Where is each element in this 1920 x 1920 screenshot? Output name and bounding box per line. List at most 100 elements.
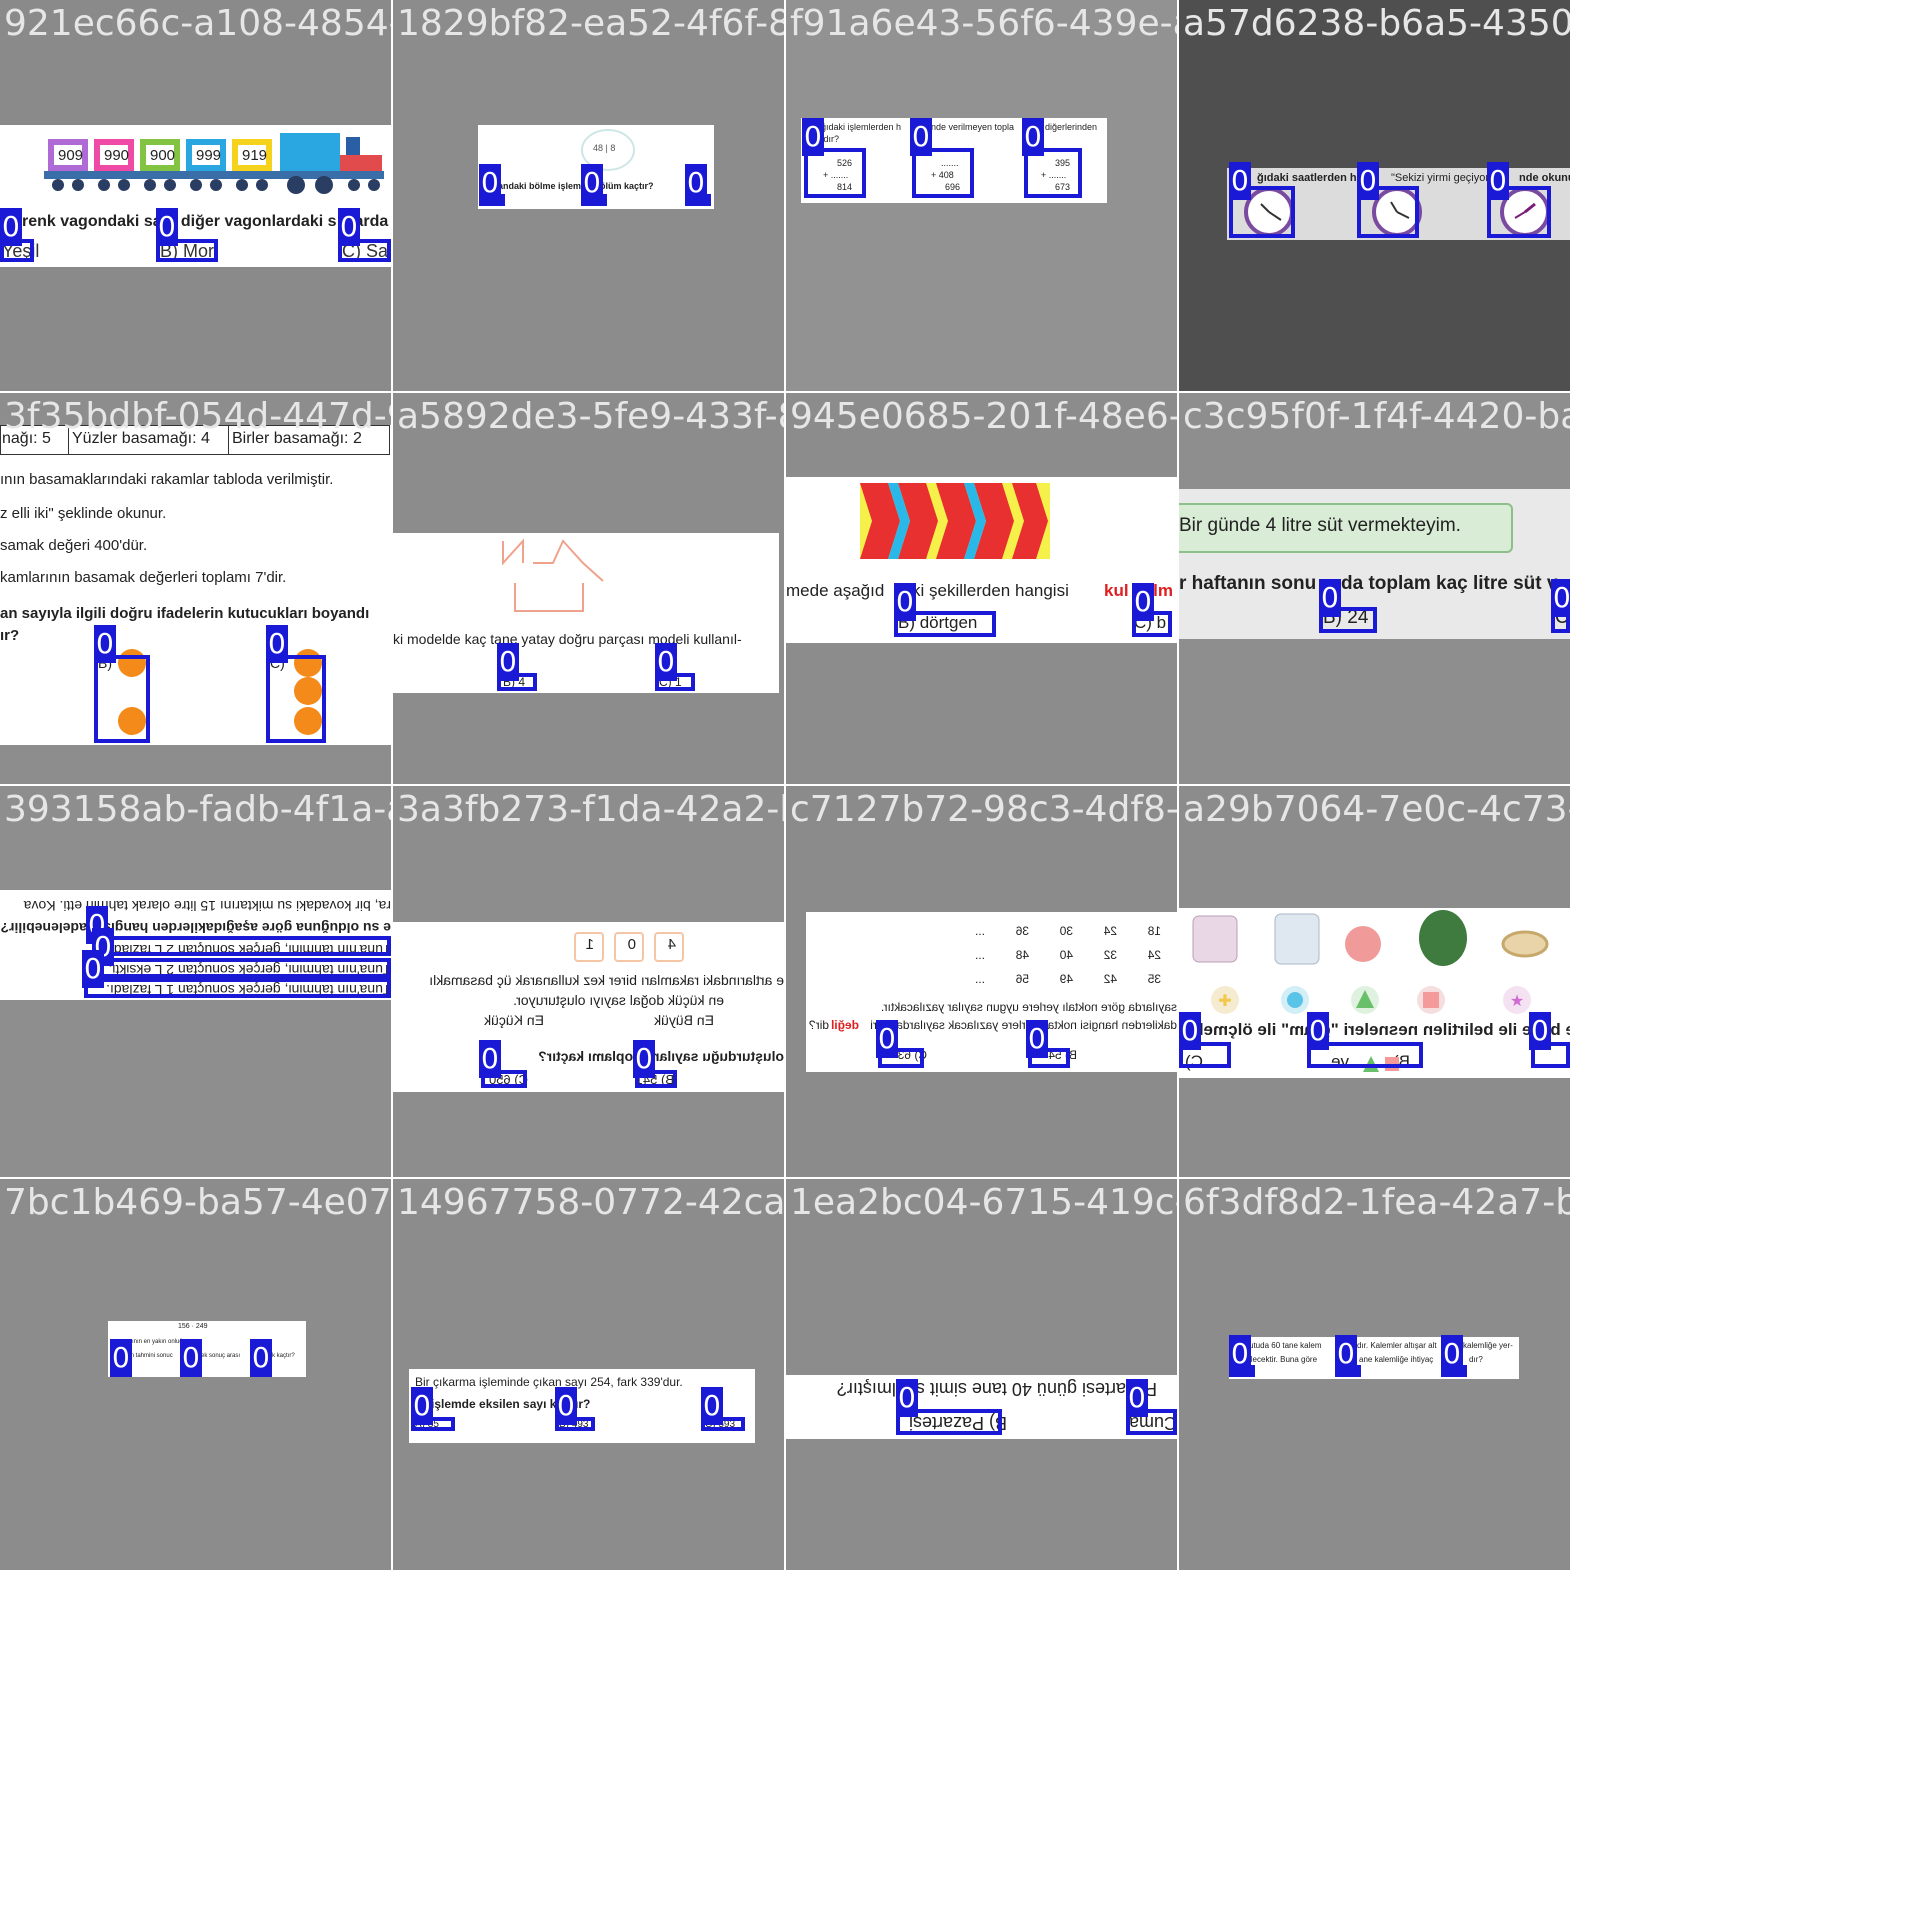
- tile-title: 7bc1b469-ba57-4e07-a90e-d4a3e7f58de7.jpg: [4, 1182, 391, 1223]
- question-text: mede aşağıd: [786, 581, 885, 600]
- question-text: işlemde eksilen sayı k: [431, 1397, 557, 1411]
- question-text: Pazartesi günü 40 tane simit satılmıştır…: [836, 1379, 1157, 1399]
- tile-title: c7127b72-98c3-4df8-a626-8290766a7e2d.jpg: [790, 789, 1177, 830]
- detection-label: 0: [479, 164, 501, 202]
- dot-line-model: [502, 538, 604, 612]
- detection-label: 0: [1529, 1012, 1551, 1050]
- objects-illustration: ★ ✚: [1192, 910, 1549, 1014]
- question-text: kalemliğe yer-: [1463, 1341, 1513, 1350]
- question-highlight: kul: [1104, 581, 1129, 600]
- cell: 18: [1147, 924, 1161, 938]
- wagon-label: 900: [150, 147, 176, 164]
- question-highlight: değil: [830, 1018, 859, 1032]
- question-text: dır. Kalemler altışar alt: [1357, 1341, 1437, 1350]
- question-text: en küçük doğal sayıyı oluşturuyor.: [513, 992, 724, 1008]
- detection-box: [96, 936, 391, 956]
- question-image: ki modelde kaç tane yatay doğru parçası …: [393, 533, 779, 693]
- tile-title: 14967758-0772-42ca-9ae5-4f5e2694f6b5.jpg: [397, 1182, 784, 1223]
- detection-label: 0: [1319, 579, 1341, 617]
- question-text: e artlarındaki rakamları birer kez kulla…: [429, 972, 784, 988]
- wagon-label: 999: [196, 147, 222, 164]
- detection-label: 0: [1357, 162, 1379, 200]
- question-text: inde verilmeyen topla: [929, 122, 1015, 132]
- cell: 40: [1059, 948, 1073, 962]
- wagon-label: 990: [104, 147, 130, 164]
- detection-label: 0: [894, 583, 916, 621]
- question-text: ır?: [0, 627, 20, 644]
- tile-14: 14967758-0772-42ca-9ae5-4f5e2694f6b5.jpg…: [393, 1179, 784, 1570]
- detection-label: 0: [896, 1379, 918, 1417]
- question-text: da toplam kaç litre süt v: [1341, 573, 1558, 594]
- detection-label: 0: [876, 1020, 898, 1058]
- detection-label: 0: [1126, 1379, 1148, 1417]
- detection-label: 0: [581, 164, 603, 202]
- tile-7: 945e0685-201f-48e6-b5e6-c8bd29542704.jpg…: [786, 393, 1177, 784]
- question-text: ki modelde kaç tane yatay doğru parçası …: [393, 631, 742, 647]
- question-image: 18 24 30 36 ... 24 32 40 48 ... 35 42 49…: [806, 912, 1177, 1072]
- cell: 56: [1015, 972, 1029, 986]
- tile-15: 1ea2bc04-6715-419c-9abe-7a6f30c92f5a.jpg…: [786, 1179, 1177, 1570]
- tile-title: f91a6e43-56f6-439e-ab83-3d57d0c2d65.jpg: [790, 3, 1177, 44]
- question-text: ilecektir. Buna göre: [1249, 1355, 1318, 1364]
- svg-text:✚: ✚: [1218, 993, 1231, 1010]
- question-text: ki şekillerden hangisi: [912, 581, 1069, 600]
- detection-label: 0: [1229, 1335, 1251, 1373]
- label-smallest: En Küçük: [484, 1012, 544, 1028]
- question-image: 156 · 249 sayısının en yakın onluğa y ni…: [108, 1321, 306, 1377]
- statement-4: kamlarının basamak değerleri toplamı 7'd…: [0, 569, 287, 586]
- question-text: ğıdaki saatlerden han: [1257, 172, 1370, 184]
- tile-11: c7127b72-98c3-4df8-a626-8290766a7e2d.jpg…: [786, 786, 1177, 1177]
- detection-label: 0: [1229, 162, 1251, 200]
- digit: 4: [667, 936, 676, 953]
- tile-title: 1829bf82-ea52-4f6f-8214-3e791a3e4345.jpg: [397, 3, 784, 44]
- question-text: an sayıyla ilgili doğru ifadelerin kutuc…: [0, 605, 370, 622]
- detection-box: [96, 958, 391, 978]
- tile-5: 3f35bdbf-054d-447d-94fb-44158952465.jpg …: [0, 393, 391, 784]
- train-illustration: [44, 133, 384, 194]
- page-margin: [0, 1570, 1920, 1920]
- question-text: rçek sonuç arası: [196, 1353, 241, 1359]
- detection-label: 0: [156, 208, 178, 246]
- detection-box: [84, 978, 391, 998]
- question-text: oluşturduğu sayıların toplamı kaçtır?: [538, 1048, 784, 1064]
- tile-3: f91a6e43-56f6-439e-ab83-3d57d0c2d65.jpg …: [786, 0, 1177, 391]
- question-text: renk vagondaki sa: [22, 213, 162, 230]
- cell: 48: [1015, 948, 1029, 962]
- detection-label: 0: [1551, 579, 1570, 617]
- tile-title: 6f3df8d2-1fea-42a7-bed5-cbf0c.jpg: [1183, 1182, 1570, 1223]
- wagon-label: 909: [58, 147, 84, 164]
- tile-title: a5892de3-5fe9-433f-83a6-a5fe5ad8e2c1.jpg: [397, 396, 784, 437]
- statement-1: ının basamaklarındaki rakamlar tabloda v…: [0, 471, 334, 488]
- detection-label: 0: [802, 118, 824, 156]
- question-text: andaki bölme işlemin: [498, 181, 590, 191]
- detection-label: 0: [1026, 1020, 1048, 1058]
- bead-options: [118, 649, 322, 735]
- question-text: sayılarda göre noktalı yerlere uygun say…: [880, 1000, 1177, 1014]
- digit: 1: [585, 936, 594, 953]
- detection-label: 0: [94, 625, 116, 663]
- number-table: [937, 920, 1177, 990]
- detection-label: 0: [1022, 118, 1044, 156]
- tile-6: a5892de3-5fe9-433f-83a6-a5fe5ad8e2c1.jpg…: [393, 393, 784, 784]
- tile-title: 945e0685-201f-48e6-b5e6-c8bd29542704.jpg: [790, 396, 1177, 437]
- number-text: 156 · 249: [178, 1323, 208, 1330]
- question-text: nin tahmini sonuc: [126, 1353, 173, 1359]
- cell: 30: [1059, 924, 1073, 938]
- tile-title: a29b7064-7e0c-4c73-8230-1b.jpg: [1183, 789, 1570, 830]
- question-text: ane kalemliğe ihtiyaç: [1359, 1355, 1434, 1364]
- statement-2: z elli iki" şeklinde okunur.: [0, 505, 167, 522]
- tile-title: 921ec66c-a108-4854-8482-9ad2b8fc5a3c.jpg: [4, 3, 391, 44]
- detection-label: 0: [411, 1387, 433, 1425]
- question-image: nağı: 5 Yüzler basamağı: 4 Birler basama…: [0, 425, 391, 745]
- detection-label: 0: [1335, 1335, 1357, 1373]
- question-text: dakilerden hangisi noktalı yerlere yazıl…: [870, 1018, 1177, 1032]
- question-text: Bir çıkarma işleminde çıkan sayı 254, fa…: [415, 1375, 683, 1389]
- tile-title: a57d6238-b6a5-4350-8cd5-e1.jpg: [1183, 3, 1570, 44]
- question-text: "Sekizi yirmi geçiyor.": [1391, 172, 1496, 184]
- tile-title: 3a3fb273-f1da-42a2-bb3a-c7127b72985c.jpg: [397, 789, 784, 830]
- cell: ...: [974, 972, 985, 986]
- statement-3: samak değeri 400'dür.: [0, 537, 148, 554]
- detection-label: 0: [1307, 1012, 1329, 1050]
- question-text: dır?: [1469, 1355, 1483, 1364]
- tile-title: 1ea2bc04-6715-419c-9abe-7a6f30c92f5a.jpg: [790, 1182, 1177, 1223]
